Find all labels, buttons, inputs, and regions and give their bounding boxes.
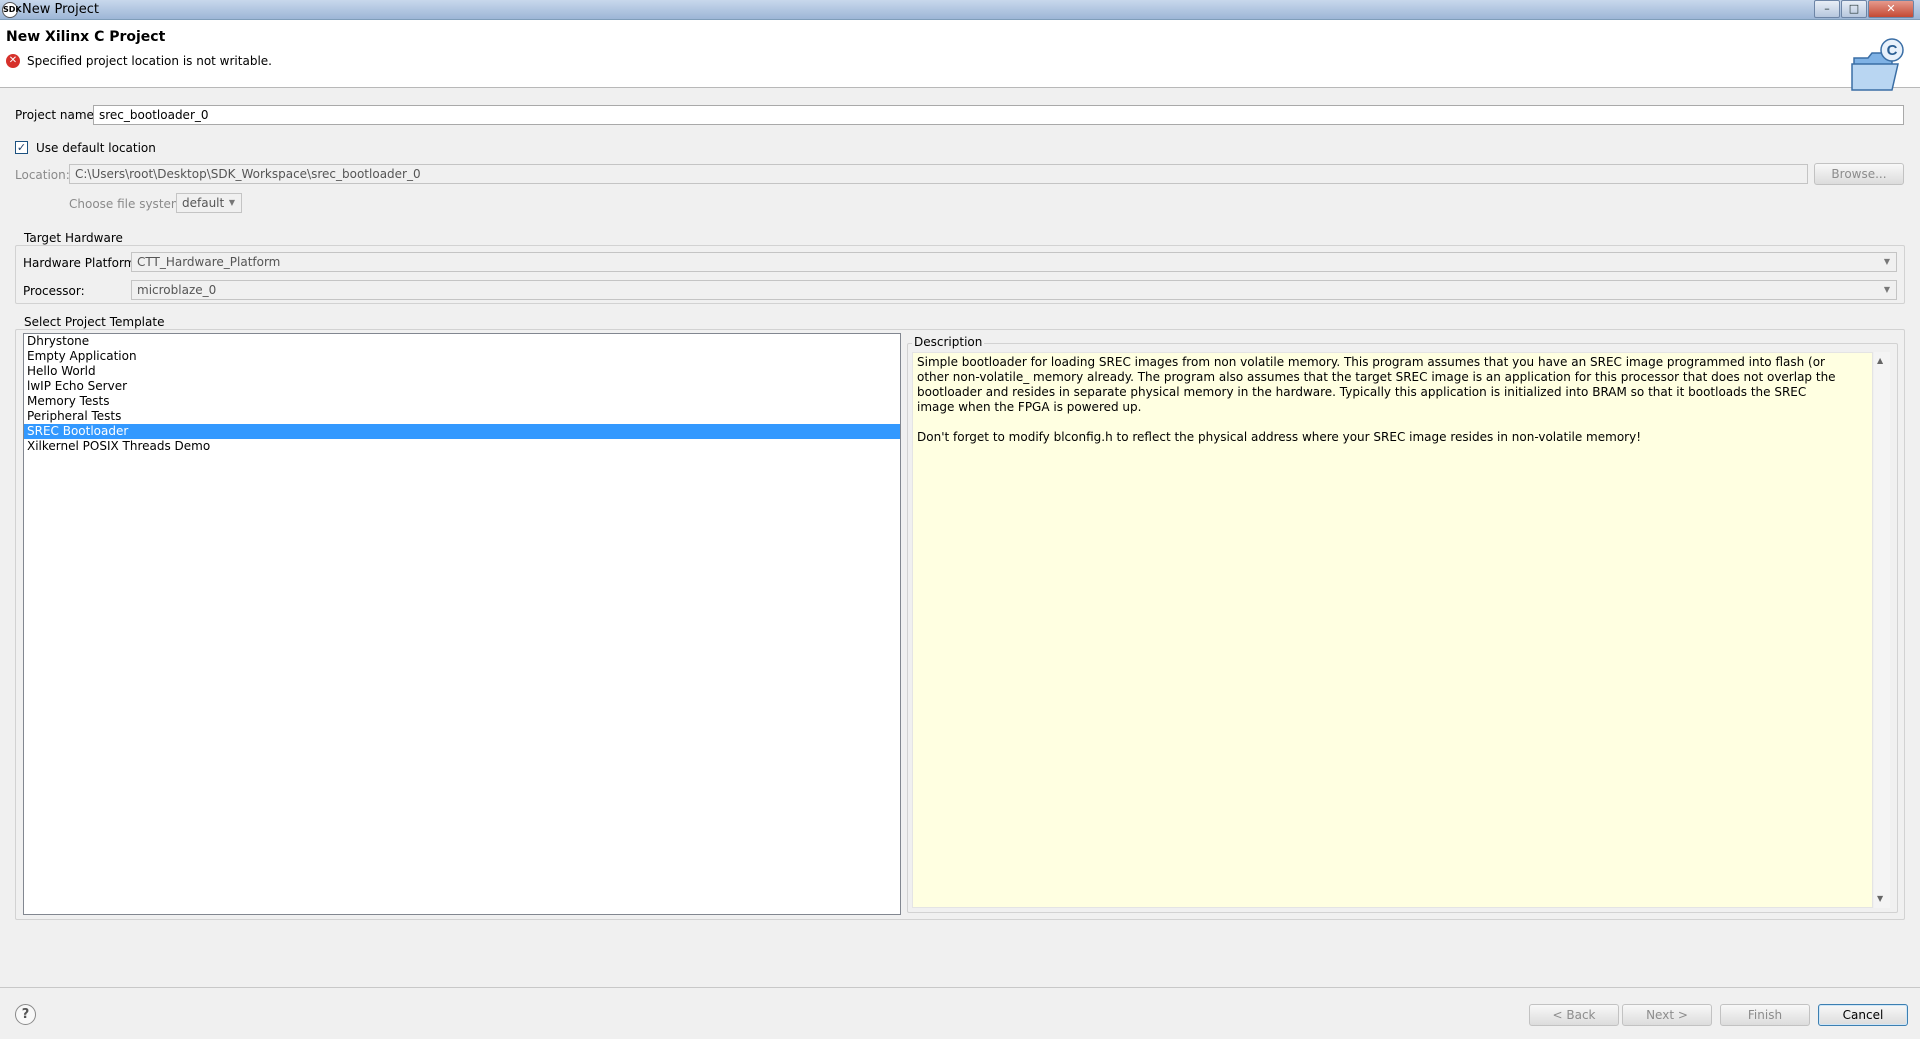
description-scrollbar[interactable]: ▲ ▼ <box>1874 352 1890 908</box>
scroll-down-icon[interactable]: ▼ <box>1877 894 1883 903</box>
finish-button[interactable]: Finish <box>1720 1004 1810 1026</box>
template-list-item[interactable]: SREC Bootloader <box>24 424 900 439</box>
chevron-down-icon: ▼ <box>1883 285 1891 294</box>
description-label: Description <box>912 335 985 349</box>
template-list-item[interactable]: Hello World <box>24 364 900 379</box>
chevron-down-icon: ▼ <box>228 198 236 207</box>
location-label: Location: <box>15 168 70 182</box>
chevron-down-icon: ▼ <box>1883 257 1891 266</box>
project-name-label: Project name: <box>15 108 98 122</box>
use-default-location-checkbox[interactable]: ✓ <box>15 141 28 154</box>
template-group-label: Select Project Template <box>22 315 167 329</box>
description-text: Simple bootloader for loading SREC image… <box>917 355 1836 444</box>
processor-value: microblaze_0 <box>137 283 217 297</box>
browse-button[interactable]: Browse... <box>1814 163 1904 185</box>
back-button[interactable]: < Back <box>1529 1004 1619 1026</box>
template-list[interactable]: Dhrystone Empty Application Hello World lwI… <box>23 333 901 915</box>
folder-c-icon: C <box>1851 38 1904 91</box>
target-hardware-label: Target Hardware <box>22 231 125 245</box>
file-system-label: Choose file system: <box>69 197 187 211</box>
project-name-input[interactable]: srec_bootloader_0 <box>93 105 1904 125</box>
wizard-header: New Xilinx C Project ✕ Specified project… <box>0 20 1920 91</box>
error-message: Specified project location is not writab… <box>27 54 272 68</box>
help-icon[interactable]: ? <box>15 1004 36 1025</box>
dialog-title: New Xilinx C Project <box>6 29 166 45</box>
maximize-button[interactable]: □ <box>1841 0 1867 18</box>
hardware-platform-label: Hardware Platform: <box>23 256 140 270</box>
use-default-location-label: Use default location <box>36 141 156 155</box>
file-system-value: default <box>182 196 225 210</box>
processor-select[interactable]: microblaze_0 ▼ <box>131 280 1897 300</box>
window-title: New Project <box>22 2 99 17</box>
template-list-item[interactable]: Memory Tests <box>24 394 900 409</box>
window-title-bar[interactable]: SDK New Project – □ ✕ <box>0 0 1920 20</box>
close-window-button[interactable]: ✕ <box>1868 0 1914 18</box>
minimize-button[interactable]: – <box>1814 0 1840 18</box>
file-system-select[interactable]: default ▼ <box>176 193 242 213</box>
hardware-platform-select[interactable]: CTT_Hardware_Platform ▼ <box>131 252 1897 272</box>
next-button[interactable]: Next > <box>1622 1004 1712 1026</box>
cancel-button[interactable]: Cancel <box>1818 1004 1908 1026</box>
error-icon: ✕ <box>6 54 20 68</box>
template-list-item[interactable]: Empty Application <box>24 349 900 364</box>
template-list-item[interactable]: Dhrystone <box>24 334 900 349</box>
svg-text:C: C <box>1887 42 1898 59</box>
template-list-item[interactable]: lwIP Echo Server <box>24 379 900 394</box>
location-input[interactable]: C:\Users\root\Desktop\SDK_Workspace\srec… <box>69 164 1808 184</box>
app-icon: SDK <box>2 2 22 18</box>
template-list-item[interactable]: Peripheral Tests <box>24 409 900 424</box>
template-list-item[interactable]: Xilkernel POSIX Threads Demo <box>24 439 900 454</box>
processor-label: Processor: <box>23 284 85 298</box>
description-box: Simple bootloader for loading SREC image… <box>912 352 1873 908</box>
footer-divider <box>0 987 1920 988</box>
scroll-up-icon[interactable]: ▲ <box>1877 356 1883 365</box>
hardware-platform-value: CTT_Hardware_Platform <box>137 255 281 269</box>
